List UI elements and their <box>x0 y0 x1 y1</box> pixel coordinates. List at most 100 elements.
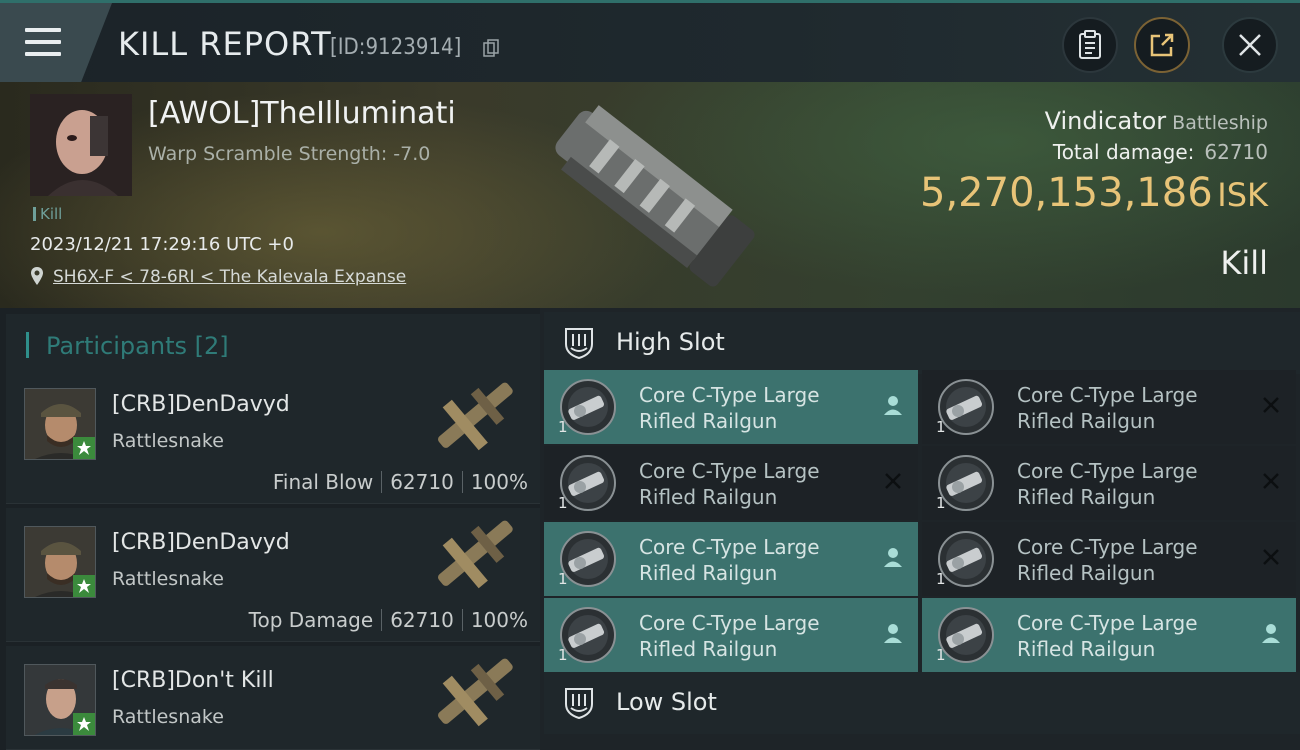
high-slot-title: High Slot <box>616 328 725 356</box>
ship-class: Battleship <box>1172 112 1268 134</box>
copy-icon[interactable] <box>483 39 499 57</box>
menu-tab[interactable] <box>0 3 112 85</box>
star-badge-icon <box>73 713 95 735</box>
module-quantity: 1 <box>558 646 568 664</box>
victim-name[interactable]: [AWOL]TheIlluminati <box>148 96 456 131</box>
high-slot-icon <box>565 328 593 360</box>
module-card[interactable]: 1 Core C-Type Large Rifled Railgun <box>544 598 918 672</box>
destroyed-x-icon <box>1263 473 1279 489</box>
header-accent-bar <box>26 332 29 358</box>
low-slot-header: Low Slot <box>544 672 1300 734</box>
module-name: Core C-Type Large Rifled Railgun <box>1017 610 1257 662</box>
location-pin-icon <box>31 267 43 285</box>
victim-ship-type: Vindicator Battleship <box>1045 107 1268 135</box>
ship-name[interactable]: Vindicator <box>1045 107 1167 135</box>
kill-tag: Kill <box>33 205 62 223</box>
participant-ship: Rattlesnake <box>112 430 224 452</box>
module-name-line2: Rifled Railgun <box>1017 485 1156 509</box>
dropped-user-icon <box>884 396 902 415</box>
participant-row[interactable]: [CRB]Don't Kill Rattlesnake <box>6 646 540 750</box>
share-icon <box>1150 33 1174 57</box>
participant-role: Final Blow <box>272 470 374 494</box>
module-name-line2: Rifled Railgun <box>1017 637 1156 661</box>
clipboard-icon <box>1079 30 1101 59</box>
star-badge-icon <box>73 437 95 459</box>
vindicator-ship-image[interactable] <box>525 92 765 297</box>
report-id: [ID:9123914] <box>330 35 462 60</box>
location-link[interactable]: SH6X-F < 78-6RI < The Kalevala Expanse <box>53 267 406 287</box>
close-icon <box>1239 34 1261 56</box>
module-name-line1: Core C-Type Large <box>1017 383 1198 407</box>
participant-ship: Rattlesnake <box>112 706 224 728</box>
victim-avatar[interactable] <box>30 94 132 196</box>
participants-header: Participants [2] <box>6 314 540 374</box>
dropped-user-icon <box>1262 624 1280 643</box>
low-slot-icon <box>565 688 593 720</box>
total-damage: Total damage: 62710 <box>1053 140 1268 164</box>
module-name: Core C-Type Large Rifled Railgun <box>639 534 879 586</box>
star-badge-icon <box>73 575 95 597</box>
module-name-line1: Core C-Type Large <box>1017 611 1198 635</box>
close-button[interactable] <box>1222 17 1278 73</box>
avatar[interactable] <box>24 664 96 736</box>
kill-timestamp: 2023/12/21 17:29:16 UTC +0 <box>30 234 294 255</box>
module-card[interactable]: 1 Core C-Type Large Rifled Railgun <box>922 522 1296 596</box>
module-quantity: 1 <box>558 570 568 588</box>
isk-value: 5,270,153,186 <box>920 170 1213 216</box>
total-damage-label: Total damage: <box>1052 140 1195 164</box>
total-damage-value: 62710 <box>1204 140 1268 164</box>
module-quantity: 1 <box>558 494 568 512</box>
module-name-line2: Rifled Railgun <box>1017 561 1156 585</box>
module-name-line1: Core C-Type Large <box>639 459 820 483</box>
participant-name[interactable]: [CRB]DenDavyd <box>112 530 290 555</box>
share-button[interactable] <box>1134 17 1190 73</box>
participant-name[interactable]: [CRB]Don't Kill <box>112 668 274 693</box>
hamburger-menu-icon[interactable] <box>25 28 61 56</box>
module-card[interactable]: 1 Core C-Type Large Rifled Railgun <box>544 522 918 596</box>
participant-row[interactable]: [CRB]DenDavyd Rattlesnake Top Damage 6271… <box>6 508 540 642</box>
kill-result-label: Kill <box>1220 244 1268 282</box>
destroyed-x-icon <box>885 473 901 489</box>
module-card[interactable]: 1 Core C-Type Large Rifled Railgun <box>922 598 1296 672</box>
participants-title: Participants [2] <box>46 332 229 360</box>
module-name-line2: Rifled Railgun <box>1017 409 1156 433</box>
module-card[interactable]: 1 Core C-Type Large Rifled Railgun <box>922 446 1296 520</box>
low-slot-title: Low Slot <box>616 688 717 716</box>
destroyed-x-icon <box>1263 397 1279 413</box>
module-name-line1: Core C-Type Large <box>639 535 820 559</box>
avatar[interactable] <box>24 388 96 460</box>
participant-percent: 100% <box>470 608 528 632</box>
module-name: Core C-Type Large Rifled Railgun <box>639 458 879 510</box>
module-name-line2: Rifled Railgun <box>639 409 778 433</box>
participant-ship: Rattlesnake <box>112 568 224 590</box>
module-card[interactable]: 1 Core C-Type Large Rifled Railgun <box>544 370 918 444</box>
isk-unit: ISK <box>1217 176 1268 214</box>
module-name-line1: Core C-Type Large <box>1017 535 1198 559</box>
rattlesnake-ship-image[interactable] <box>426 514 526 594</box>
module-name: Core C-Type Large Rifled Railgun <box>1017 382 1257 434</box>
portrait-icon <box>30 94 132 196</box>
module-card[interactable]: 1 Core C-Type Large Rifled Railgun <box>544 446 918 520</box>
participant-damage: 62710 <box>390 470 454 494</box>
participants-count: [2] <box>194 332 229 360</box>
module-name-line2: Rifled Railgun <box>639 561 778 585</box>
participants-panel: Participants [2] [CRB]DenDavyd Rattlesna… <box>0 308 540 750</box>
participant-percent: 100% <box>470 470 528 494</box>
participant-stats: Final Blow 62710 100% <box>273 470 528 494</box>
module-name: Core C-Type Large Rifled Railgun <box>1017 458 1257 510</box>
module-card[interactable]: 1 Core C-Type Large Rifled Railgun <box>922 370 1296 444</box>
rattlesnake-ship-image[interactable] <box>426 376 526 456</box>
module-name-line2: Rifled Railgun <box>639 485 778 509</box>
module-quantity: 1 <box>936 494 946 512</box>
dropped-user-icon <box>884 624 902 643</box>
clipboard-button[interactable] <box>1062 17 1118 73</box>
module-name: Core C-Type Large Rifled Railgun <box>1017 534 1257 586</box>
rattlesnake-ship-image[interactable] <box>426 652 526 732</box>
page-title: KILL REPORT <box>118 25 332 63</box>
module-quantity: 1 <box>936 646 946 664</box>
avatar[interactable] <box>24 526 96 598</box>
participant-row[interactable]: [CRB]DenDavyd Rattlesnake Final Blow 6271… <box>6 370 540 504</box>
dropped-user-icon <box>884 548 902 567</box>
module-name-line1: Core C-Type Large <box>1017 459 1198 483</box>
participant-name[interactable]: [CRB]DenDavyd <box>112 392 290 417</box>
